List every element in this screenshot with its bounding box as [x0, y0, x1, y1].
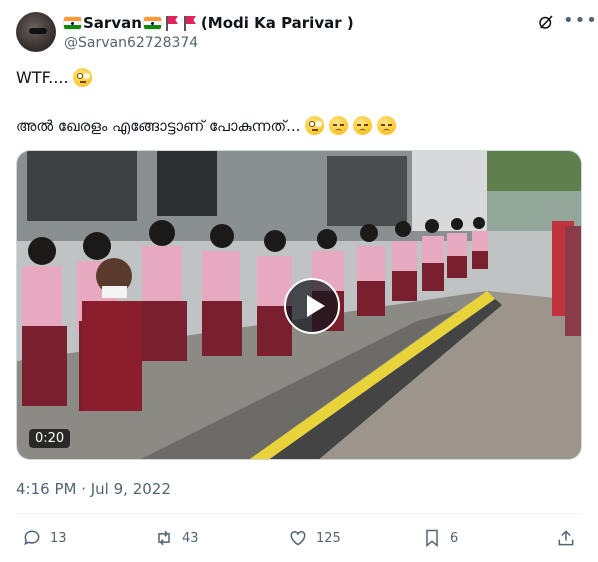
bookmark-count: 6	[450, 530, 459, 546]
user-handle[interactable]: @Sarvan62728374	[64, 35, 198, 51]
more-icon[interactable]: •••	[563, 10, 598, 31]
divider	[16, 513, 582, 514]
display-name[interactable]: Sarvan (Modi Ka Parivar )	[64, 14, 354, 32]
like-icon	[290, 530, 306, 546]
retweet-button[interactable]: 43	[154, 528, 199, 548]
bookmark-icon	[426, 529, 438, 548]
tweet-text-line2: അൽ ഖേരളം എങ്ങോട്ടാണ് പോകുന്നത്...	[16, 116, 397, 135]
tweet-text-line1: WTF....	[16, 68, 92, 87]
pensive-face-icon	[329, 116, 349, 135]
share-button[interactable]	[556, 528, 576, 548]
india-flag-icon	[143, 17, 161, 29]
video-player[interactable]: 0:20	[16, 150, 582, 460]
face-rolling-eyes-icon	[72, 68, 92, 87]
reply-count: 13	[50, 530, 67, 546]
reply-icon	[24, 530, 40, 546]
video-duration: 0:20	[29, 429, 71, 448]
red-flag-icon	[165, 15, 179, 31]
retweet-icon	[158, 530, 170, 546]
like-button[interactable]: 125	[288, 528, 341, 548]
display-name-text: Sarvan	[83, 14, 142, 32]
tweet-timestamp[interactable]: 4:16 PM · Jul 9, 2022	[16, 480, 171, 498]
grok-icon[interactable]	[537, 13, 555, 31]
bookmark-button[interactable]: 6	[422, 528, 458, 548]
reply-button[interactable]: 13	[22, 528, 67, 548]
display-name-suffix: (Modi Ka Parivar )	[200, 14, 354, 32]
like-count: 125	[316, 530, 341, 546]
retweet-count: 43	[182, 530, 199, 546]
pensive-face-icon	[353, 116, 373, 135]
avatar[interactable]	[16, 12, 56, 52]
pensive-face-icon	[377, 116, 397, 135]
red-flag-icon	[183, 15, 197, 31]
tweet-text: WTF....	[16, 68, 69, 87]
share-icon	[558, 530, 574, 546]
play-icon[interactable]	[284, 278, 340, 334]
india-flag-icon	[64, 17, 81, 29]
tweet-card: Sarvan (Modi Ka Parivar ) @Sarvan6272837…	[0, 0, 598, 562]
action-bar: 13 43 125 6	[0, 522, 598, 556]
tweet-text-malayalam: അൽ ഖേരളം എങ്ങോട്ടാണ് പോകുന്നത്...	[16, 116, 301, 135]
face-rolling-eyes-icon	[305, 116, 325, 135]
